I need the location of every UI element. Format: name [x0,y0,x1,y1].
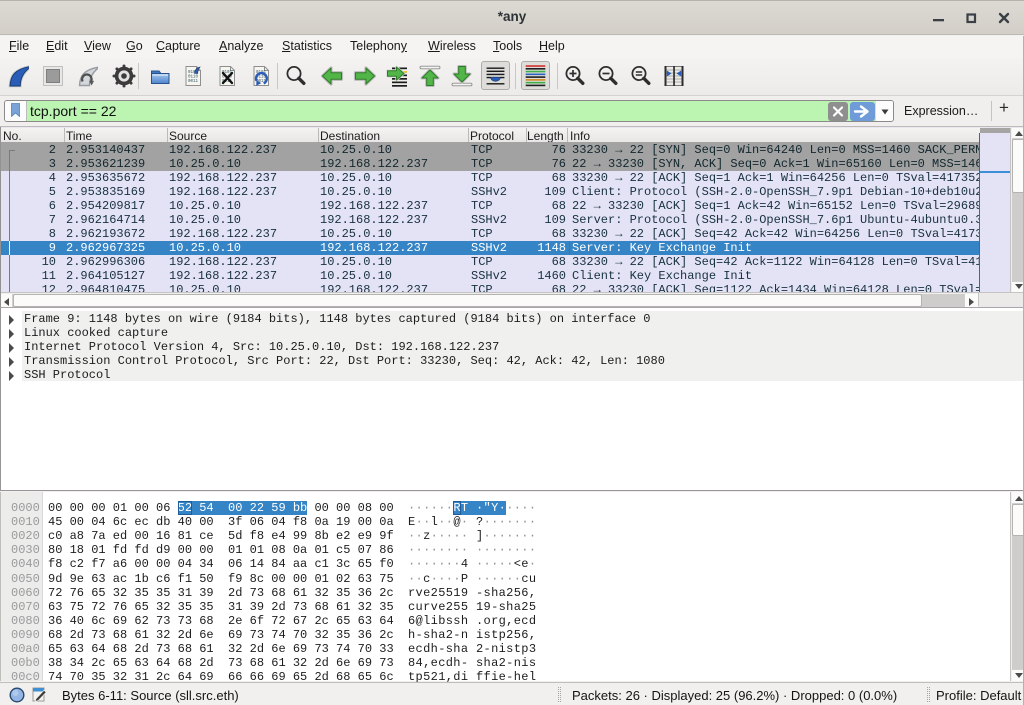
svg-text:0011: 0011 [188,80,199,84]
svg-text:0110: 0110 [188,75,199,79]
